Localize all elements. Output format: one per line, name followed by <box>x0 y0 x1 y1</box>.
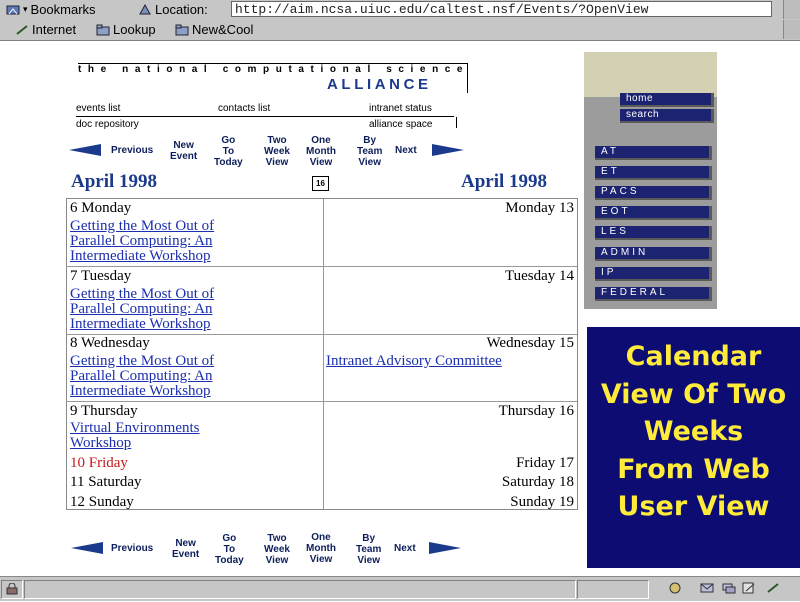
two-week-calendar: 6 Monday Getting the Most Out of Paralle… <box>66 198 578 510</box>
day-label: 6 Monday <box>70 200 132 216</box>
next-arrow-icon[interactable] <box>429 542 461 554</box>
day-label: 12 Sunday <box>70 494 134 510</box>
location-toolbar: ▾ Bookmarks Location: http://aim.ncsa.ui… <box>0 0 800 21</box>
bookmarks-icon <box>6 5 20 14</box>
link-alliance-space[interactable]: alliance space <box>369 119 432 130</box>
next-button[interactable]: Next <box>395 145 417 156</box>
day-label: 8 Wednesday <box>70 335 150 351</box>
sidebar-item-et[interactable]: ET <box>595 166 712 180</box>
calendar-nav-top: Previous New Event Go To Today Two Week View … <box>68 135 468 169</box>
status-message <box>24 580 576 599</box>
two-week-view-button[interactable]: Two Week View <box>264 533 290 566</box>
one-month-view-button[interactable]: One Month View <box>306 532 336 565</box>
link-contacts-list[interactable]: contacts list <box>218 103 270 114</box>
day-label: Monday 13 <box>505 200 574 216</box>
page-proxy-icon <box>139 3 151 14</box>
personal-item-label: New&Cool <box>192 22 254 37</box>
link-intranet-status[interactable]: intranet status <box>369 103 432 114</box>
next-arrow-icon[interactable] <box>432 144 464 156</box>
links-rule-vertical <box>456 117 457 128</box>
day-label: Thursday 16 <box>498 403 574 419</box>
day-label: 9 Thursday <box>70 403 138 419</box>
by-team-view-button[interactable]: By Team View <box>357 135 382 168</box>
next-button[interactable]: Next <box>394 543 416 554</box>
navigator-icon[interactable] <box>668 582 682 594</box>
lock-icon <box>6 582 18 595</box>
taskbar-dock-icon[interactable] <box>766 582 780 594</box>
bookmark-link-icon <box>16 24 28 35</box>
sidebar-item-admin[interactable]: ADMIN <box>595 247 712 261</box>
event-link-virtual-environments[interactable]: Virtual Environments Workshop <box>70 421 200 451</box>
row-divider <box>67 401 577 402</box>
personal-item-internet[interactable]: Internet <box>15 22 76 37</box>
sidebar-item-les[interactable]: LES <box>595 226 712 240</box>
location-label-group: Location: <box>138 2 208 17</box>
by-team-view-button[interactable]: By Team View <box>356 533 381 566</box>
sidebar-texture-top <box>584 52 717 97</box>
two-week-view-button[interactable]: Two Week View <box>264 135 290 168</box>
event-link-parallel-computing[interactable]: Getting the Most Out of Parallel Computi… <box>70 287 214 332</box>
personal-item-label: Lookup <box>113 22 156 37</box>
new-event-button[interactable]: New Event <box>172 538 199 560</box>
day-label: 7 Tuesday <box>70 268 132 284</box>
discussions-icon[interactable] <box>722 582 736 594</box>
calendar-date-icon[interactable]: 16 <box>312 176 329 191</box>
sidebar-item-search[interactable]: search <box>620 109 714 123</box>
day-label: Saturday 18 <box>501 474 574 490</box>
slide-caption: Calendar View Of Two Weeks From Web User… <box>587 327 800 568</box>
links-rule <box>76 116 454 117</box>
personal-item-label: Internet <box>32 22 77 37</box>
window-control-stub[interactable] <box>783 0 800 19</box>
security-indicator[interactable] <box>1 580 23 599</box>
sidebar-item-home[interactable]: home <box>620 93 714 107</box>
event-link-parallel-computing[interactable]: Getting the Most Out of Parallel Computi… <box>70 354 214 399</box>
day-label: Wednesday 15 <box>486 335 574 351</box>
previous-arrow-icon[interactable] <box>71 542 103 554</box>
event-link-parallel-computing[interactable]: Getting the Most Out of Parallel Computi… <box>70 219 214 264</box>
personal-item-lookup[interactable]: Lookup <box>96 22 156 37</box>
composer-icon[interactable] <box>742 582 756 594</box>
column-divider <box>323 199 324 509</box>
mail-icon[interactable] <box>700 582 714 594</box>
link-events-list[interactable]: events list <box>76 103 120 114</box>
bookmark-folder-icon <box>175 24 189 35</box>
status-bar <box>0 576 800 601</box>
sidebar-item-eot[interactable]: EOT <box>595 206 712 220</box>
sidebar-item-at[interactable]: AT <box>595 146 712 160</box>
org-line: the national computational science <box>78 64 470 75</box>
link-doc-repository[interactable]: doc repository <box>76 119 139 130</box>
bookmark-folder-icon <box>96 24 110 35</box>
bookmarks-button[interactable]: ▾ Bookmarks <box>6 2 96 17</box>
calendar-nav-bottom: Previous New Event Go To Today Two Week View … <box>68 532 468 566</box>
scrollbar-up-arrow[interactable] <box>783 20 800 39</box>
go-to-today-button[interactable]: Go To Today <box>215 533 244 566</box>
progress-field <box>577 580 649 599</box>
day-label: Sunday 19 <box>510 494 574 510</box>
day-label-today: 10 Friday <box>70 455 128 471</box>
previous-button[interactable]: Previous <box>111 543 153 554</box>
previous-arrow-icon[interactable] <box>69 144 101 156</box>
sidebar-item-federal[interactable]: FEDERAL <box>595 287 712 301</box>
personal-item-newcool[interactable]: New&Cool <box>175 22 253 37</box>
day-label: 11 Saturday <box>70 474 142 490</box>
event-link-intranet-advisory[interactable]: Intranet Advisory Committee <box>326 354 502 369</box>
sidebar-item-pacs[interactable]: PACS <box>595 186 712 200</box>
location-label: Location: <box>155 2 208 17</box>
bookmarks-label: Bookmarks <box>30 2 96 17</box>
go-to-today-button[interactable]: Go To Today <box>214 135 243 168</box>
day-label: Friday 17 <box>516 455 574 471</box>
month-heading-left: April 1998 <box>71 171 158 192</box>
one-month-view-button[interactable]: One Month View <box>306 135 336 168</box>
day-label: Tuesday 14 <box>504 268 574 284</box>
new-event-button[interactable]: New Event <box>170 140 197 162</box>
personal-toolbar: Internet Lookup New&Cool <box>0 20 800 41</box>
org-name: ALLIANCE <box>327 76 432 93</box>
sidebar-item-ip[interactable]: IP <box>595 267 712 281</box>
month-heading-right: April 1998 <box>461 171 548 192</box>
previous-button[interactable]: Previous <box>111 145 153 156</box>
site-sidebar: home search AT ET PACS EOT LES ADMIN IP … <box>584 52 717 309</box>
location-input[interactable]: http://aim.ncsa.uiuc.edu/caltest.nsf/Eve… <box>231 1 772 17</box>
row-divider <box>67 266 577 267</box>
